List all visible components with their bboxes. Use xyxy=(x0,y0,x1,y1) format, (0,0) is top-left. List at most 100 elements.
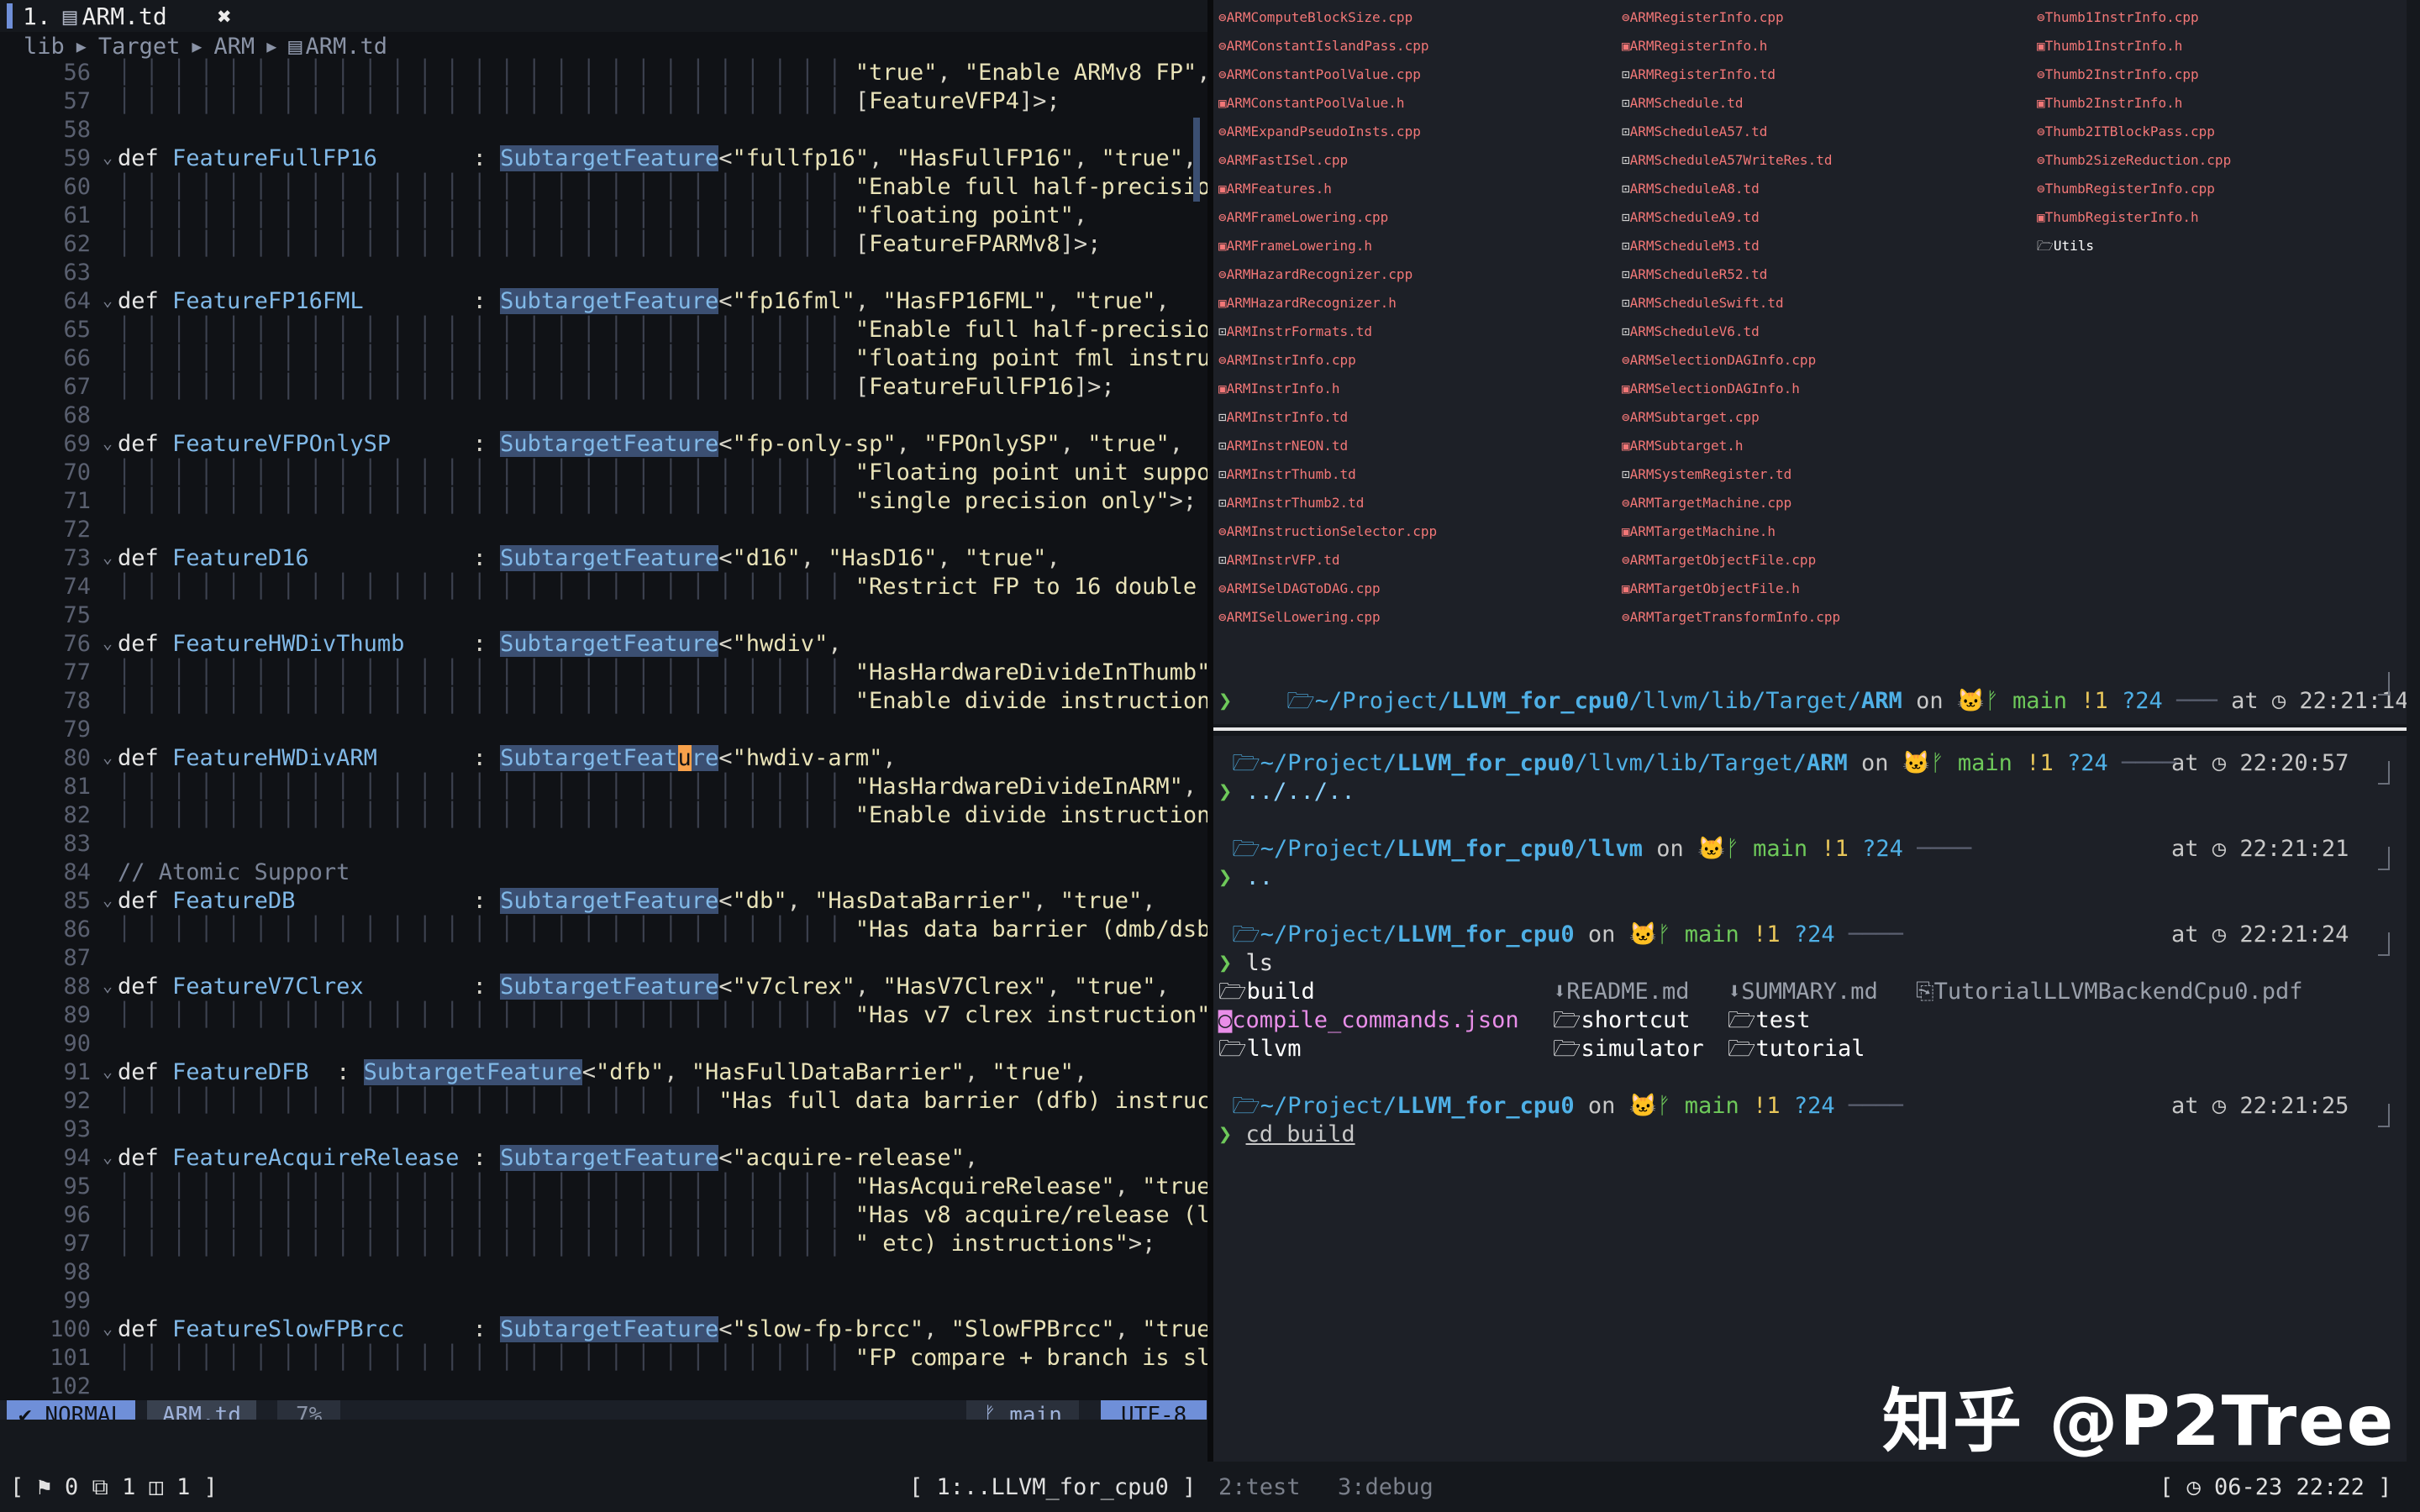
folder-icon: 🗁 xyxy=(1218,979,1247,1005)
line-number: 85 xyxy=(63,888,91,914)
file-entry: ▣ARMHazardRecognizer.h xyxy=(1218,295,1397,311)
code-line[interactable]: 61 │ │ │ │ │ │ │ │ │ │ │ │ │ │ │ │ │ │ │ … xyxy=(0,202,1207,230)
breadcrumb-item[interactable]: ARM.td xyxy=(306,34,388,60)
code-line[interactable]: 93 xyxy=(0,1116,1207,1144)
code-line[interactable]: 67 │ │ │ │ │ │ │ │ │ │ │ │ │ │ │ │ │ │ │ … xyxy=(0,373,1207,402)
line-number: 77 xyxy=(63,659,91,685)
code-line[interactable]: 72 xyxy=(0,516,1207,544)
file-h-icon: ▣ xyxy=(2037,209,2045,225)
clock-icon: ◷ xyxy=(2212,836,2227,862)
tmux-window-active[interactable]: [ 1:..LLVM_for_cpu0 ] xyxy=(909,1463,1196,1512)
fold-chevron-icon[interactable]: ⌄ xyxy=(103,286,113,314)
code-line[interactable]: 65 │ │ │ │ │ │ │ │ │ │ │ │ │ │ │ │ │ │ │ … xyxy=(0,316,1207,344)
code-line[interactable]: 85 ⌄ def FeatureDB : SubtargetFeature<"db"… xyxy=(0,887,1207,916)
fold-chevron-icon[interactable]: ⌄ xyxy=(103,428,113,457)
file-td-icon: ⊡ xyxy=(1218,409,1227,425)
code-line[interactable]: 81 │ │ │ │ │ │ │ │ │ │ │ │ │ │ │ │ │ │ │ … xyxy=(0,773,1207,801)
code-line[interactable]: 75 xyxy=(0,601,1207,630)
code-line[interactable]: 90 xyxy=(0,1030,1207,1058)
tab-arm-td[interactable]: 1. ▤ ARM.td ✖ xyxy=(0,0,232,32)
code-line[interactable]: 57 │ │ │ │ │ │ │ │ │ │ │ │ │ │ │ │ │ │ │ … xyxy=(0,87,1207,116)
ls-entry-readme: ⬇README.md xyxy=(1553,979,1690,1005)
code-line[interactable]: 101 │ │ │ │ │ │ │ │ │ │ │ │ │ │ │ │ │ │ │… xyxy=(0,1344,1207,1373)
code-line[interactable]: 76 ⌄ def FeatureHWDivThumb : SubtargetFeat… xyxy=(0,630,1207,659)
fold-chevron-icon[interactable]: ⌄ xyxy=(103,143,113,171)
editor-pane[interactable]: 1. ▤ ARM.td ✖ lib ▶ Target ▶ ARM ▶ ▤ ARM… xyxy=(0,0,1207,1420)
fold-chevron-icon[interactable]: ⌄ xyxy=(103,885,113,914)
folder-icon: 🗁 xyxy=(2037,238,2054,254)
line-number: 57 xyxy=(63,88,91,114)
code-line[interactable]: 77 │ │ │ │ │ │ │ │ │ │ │ │ │ │ │ │ │ │ │ … xyxy=(0,659,1207,687)
code-line[interactable]: 66 │ │ │ │ │ │ │ │ │ │ │ │ │ │ │ │ │ │ │ … xyxy=(0,344,1207,373)
command-line[interactable]: ❯ xyxy=(1218,687,1232,716)
code-line[interactable]: 88 ⌄ def FeatureV7Clrex : SubtargetFeature… xyxy=(0,973,1207,1001)
code-line[interactable]: 96 │ │ │ │ │ │ │ │ │ │ │ │ │ │ │ │ │ │ │ … xyxy=(0,1201,1207,1230)
pane-divider-vertical[interactable] xyxy=(1207,0,1213,1462)
code-line[interactable]: 74 │ │ │ │ │ │ │ │ │ │ │ │ │ │ │ │ │ │ │ … xyxy=(0,573,1207,601)
code-line[interactable]: 58 xyxy=(0,116,1207,144)
code-line[interactable]: 70 │ │ │ │ │ │ │ │ │ │ │ │ │ │ │ │ │ │ │ … xyxy=(0,459,1207,487)
line-number: 65 xyxy=(63,317,91,343)
code-line[interactable]: 69 ⌄ def FeatureVFPOnlySP : SubtargetFeatu… xyxy=(0,430,1207,459)
code-line[interactable]: 79 xyxy=(0,716,1207,744)
code-line[interactable]: 71 │ │ │ │ │ │ │ │ │ │ │ │ │ │ │ │ │ │ │ … xyxy=(0,487,1207,516)
code-line[interactable]: 99 xyxy=(0,1287,1207,1315)
code-line[interactable]: 62 │ │ │ │ │ │ │ │ │ │ │ │ │ │ │ │ │ │ │ … xyxy=(0,230,1207,259)
fold-chevron-icon[interactable]: ⌄ xyxy=(103,743,113,771)
fold-chevron-icon[interactable]: ⌄ xyxy=(103,1314,113,1342)
file-td-icon: ⊡ xyxy=(1622,295,1630,311)
code-line[interactable]: 80 ⌄ def FeatureHWDivARM : SubtargetFeatur… xyxy=(0,744,1207,773)
code-line[interactable]: 56 │ │ │ │ │ │ │ │ │ │ │ │ │ │ │ │ │ │ │ … xyxy=(0,59,1207,87)
code-line[interactable]: 78 │ │ │ │ │ │ │ │ │ │ │ │ │ │ │ │ │ │ │ … xyxy=(0,687,1207,716)
code-line[interactable]: 59 ⌄ def FeatureFullFP16 : SubtargetFeatur… xyxy=(0,144,1207,173)
code-line[interactable]: 82 │ │ │ │ │ │ │ │ │ │ │ │ │ │ │ │ │ │ │ … xyxy=(0,801,1207,830)
fold-chevron-icon[interactable]: ⌄ xyxy=(103,543,113,571)
code-line[interactable]: 60 │ │ │ │ │ │ │ │ │ │ │ │ │ │ │ │ │ │ │ … xyxy=(0,173,1207,202)
file-entry: ⊡ARMScheduleR52.td xyxy=(1622,266,1768,282)
code-line[interactable]: 63 xyxy=(0,259,1207,287)
file-entry: ⊡ARMScheduleM3.td xyxy=(1622,238,1760,254)
code-line[interactable]: 95 │ │ │ │ │ │ │ │ │ │ │ │ │ │ │ │ │ │ │ … xyxy=(0,1173,1207,1201)
breadcrumb-item[interactable]: lib xyxy=(24,34,65,60)
code-line[interactable]: 97 │ │ │ │ │ │ │ │ │ │ │ │ │ │ │ │ │ │ │ … xyxy=(0,1230,1207,1258)
tmux-window-test[interactable]: 2:test xyxy=(1218,1463,1301,1512)
file-entry: ⊡ARMScheduleA8.td xyxy=(1622,181,1760,197)
fold-chevron-icon[interactable]: ⌄ xyxy=(103,1142,113,1171)
code-line[interactable]: 102 xyxy=(0,1373,1207,1401)
fold-chevron-icon[interactable]: ⌄ xyxy=(103,1057,113,1085)
fold-chevron-icon[interactable]: ⌄ xyxy=(103,971,113,1000)
code-line[interactable]: 68 xyxy=(0,402,1207,430)
code-line[interactable]: 94 ⌄ def FeatureAcquireRelease : Subtarget… xyxy=(0,1144,1207,1173)
breadcrumb-item[interactable]: Target xyxy=(98,34,181,60)
code-line[interactable]: 91 ⌄ def FeatureDFB : SubtargetFeature<"df… xyxy=(0,1058,1207,1087)
code-line[interactable]: 87 xyxy=(0,944,1207,973)
close-icon[interactable]: ✖ xyxy=(218,3,232,30)
code-line[interactable]: 89 │ │ │ │ │ │ │ │ │ │ │ │ │ │ │ │ │ │ │ … xyxy=(0,1001,1207,1030)
breadcrumb-item[interactable]: ARM xyxy=(213,34,255,60)
folder-open-icon: 🗁 xyxy=(1286,688,1315,714)
statusline: ✔ NORMAL ARM.td 7% ᚠ main UTF-8 xyxy=(0,1400,1207,1420)
command-line[interactable]: ❯ cd build xyxy=(1218,1121,1355,1149)
file-entry: ▣Thumb2InstrInfo.h xyxy=(2037,95,2183,111)
code-text: │ │ │ │ │ │ │ │ │ │ │ │ │ │ │ │ │ │ │ │ … xyxy=(118,345,1207,371)
code-line[interactable]: 64 ⌄ def FeatureFP16FML : SubtargetFeature… xyxy=(0,287,1207,316)
file-entry: ⊡ARMScheduleA57.td xyxy=(1622,123,1768,139)
file-td-icon: ⊡ xyxy=(1622,209,1630,225)
fold-chevron-icon[interactable]: ⌄ xyxy=(103,628,113,657)
pane-divider-horizontal[interactable] xyxy=(1213,727,2407,731)
code-line[interactable]: 83 xyxy=(0,830,1207,858)
code-line[interactable]: 84 // Atomic Support xyxy=(0,858,1207,887)
code-line[interactable]: 100 ⌄ def FeatureSlowFPBrcc : SubtargetFea… xyxy=(0,1315,1207,1344)
code-line[interactable]: 92 │ │ │ │ │ │ │ │ │ │ │ │ │ │ │ │ │ │ │ … xyxy=(0,1087,1207,1116)
file-entry: ▣ARMFrameLowering.h xyxy=(1218,238,1373,254)
code-line[interactable]: 86 │ │ │ │ │ │ │ │ │ │ │ │ │ │ │ │ │ │ │ … xyxy=(0,916,1207,944)
terminal-pane-top[interactable]: ⊜ARMComputeBlockSize.cpp ⊜ARMConstantIsla… xyxy=(1213,0,2407,724)
tmux-window-debug[interactable]: 3:debug xyxy=(1338,1463,1434,1512)
code-line[interactable]: 73 ⌄ def FeatureD16 : SubtargetFeature<"d1… xyxy=(0,544,1207,573)
chevron-right-icon: ▶ xyxy=(266,36,277,56)
terminal-pane-bottom[interactable]: 🗁~/Project/LLVM_for_cpu0/llvm/lib/Target… xyxy=(1213,736,2407,1462)
code-area[interactable]: 56 │ │ │ │ │ │ │ │ │ │ │ │ │ │ │ │ │ │ │ … xyxy=(0,59,1207,1401)
scrollbar-thumb[interactable] xyxy=(1193,118,1200,202)
clock-icon: ◷ xyxy=(2271,688,2286,714)
code-line[interactable]: 98 xyxy=(0,1258,1207,1287)
